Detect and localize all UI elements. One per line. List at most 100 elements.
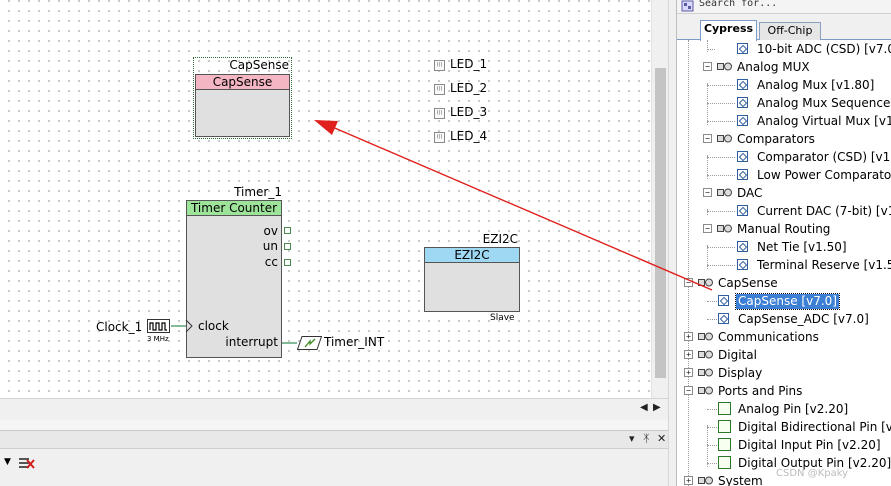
- tree-connector: [707, 121, 735, 122]
- folder-icon: [717, 188, 732, 197]
- canvas-vertical-scrollbar[interactable]: [651, 0, 668, 398]
- tree-item[interactable]: Current DAC (7-bit) [v1: [677, 202, 891, 220]
- tree-connector: [707, 157, 735, 158]
- tree-item-label: Digital Bidirectional Pin [v2: [738, 420, 891, 434]
- tree-connector: [707, 445, 717, 446]
- folder-icon: [717, 134, 732, 143]
- tree-item[interactable]: Net Tie [v1.50]: [677, 238, 891, 256]
- output-panel-header: ▾ ᛡ ✕: [0, 431, 668, 449]
- tree-item-label: DAC: [737, 186, 763, 200]
- expand-icon[interactable]: +: [684, 476, 693, 485]
- scrollbar-thumb[interactable]: [655, 68, 666, 378]
- folder-icon: [698, 368, 713, 377]
- folder-icon: [717, 62, 732, 71]
- collapse-icon[interactable]: −: [703, 188, 712, 197]
- pin-icon: [718, 402, 731, 415]
- psoc-creator-window: CapSense CapSense ((( LED_1 ((( LED_2 ((…: [0, 0, 891, 486]
- expand-icon[interactable]: +: [684, 332, 693, 341]
- tree-item[interactable]: − Comparators: [677, 130, 891, 148]
- tree-item[interactable]: Analog Virtual Mux [v1: [677, 112, 891, 130]
- tree-item-label: Ports and Pins: [718, 384, 803, 398]
- tree-item[interactable]: + Digital: [677, 346, 891, 364]
- tree-item-label: CapSense [v7.0]: [735, 293, 840, 310]
- tree-item-label: Communications: [718, 330, 819, 344]
- collapse-icon[interactable]: −: [684, 278, 693, 287]
- catalog-search-bar[interactable]: Search for...: [677, 0, 891, 14]
- expand-icon[interactable]: +: [684, 368, 693, 377]
- folder-icon: [698, 386, 713, 395]
- tree-connector: [707, 103, 735, 104]
- tree-item-label: Net Tie [v1.50]: [757, 240, 847, 254]
- output-panel: ▾ ᛡ ✕ ▼: [0, 430, 668, 486]
- catalog-tree[interactable]: 10-bit ADC (CSD) [v7.0] − Analog MUX Ana…: [677, 40, 891, 486]
- scroll-right-icon[interactable]: ▶: [653, 402, 661, 413]
- canvas-horizontal-scrollbar[interactable]: ◀ ▶: [0, 398, 668, 420]
- tree-item-label: Current DAC (7-bit) [v1: [757, 204, 891, 218]
- tree-item-label: Manual Routing: [737, 222, 831, 236]
- component-icon: [737, 115, 748, 126]
- component-icon: [737, 205, 748, 216]
- tree-item[interactable]: Terminal Reserve [v1.50: [677, 256, 891, 274]
- tree-connector: [707, 85, 735, 86]
- tab-cypress[interactable]: Cypress: [700, 20, 757, 41]
- folder-icon: [698, 476, 713, 485]
- expand-icon[interactable]: +: [684, 350, 693, 359]
- folder-icon: [698, 350, 713, 359]
- tree-item[interactable]: − CapSense: [677, 274, 891, 292]
- tree-item-capsense-selected[interactable]: CapSense [v7.0]: [677, 292, 891, 310]
- tree-connector: [707, 247, 735, 248]
- clear-errors-icon[interactable]: [18, 455, 36, 471]
- collapse-icon[interactable]: −: [684, 386, 693, 395]
- tree-item[interactable]: − Manual Routing: [677, 220, 891, 238]
- pin-icon: [718, 456, 731, 469]
- folder-icon: [717, 224, 732, 233]
- schematic-canvas[interactable]: CapSense CapSense ((( LED_1 ((( LED_2 ((…: [0, 0, 651, 398]
- tree-item-label: System: [718, 474, 763, 486]
- dropdown-arrow-icon[interactable]: ▼: [4, 457, 11, 467]
- component-icon: [718, 295, 729, 306]
- tree-item-label: Analog Virtual Mux [v1: [757, 114, 891, 128]
- folder-icon: [698, 332, 713, 341]
- panel-pin-icon[interactable]: ᛡ: [643, 432, 650, 445]
- tree-item[interactable]: Analog Mux [v1.80]: [677, 76, 891, 94]
- component-icon: [737, 241, 748, 252]
- component-icon: [737, 169, 748, 180]
- collapse-icon[interactable]: −: [703, 134, 712, 143]
- tree-item-label: Digital Input Pin [v2.20]: [738, 438, 881, 452]
- tab-off-chip[interactable]: Off-Chip: [759, 22, 821, 40]
- tree-item[interactable]: CapSense_ADC [v7.0]: [677, 310, 891, 328]
- tree-item[interactable]: Digital Bidirectional Pin [v2: [677, 418, 891, 436]
- tree-connector: [707, 319, 717, 320]
- tree-item[interactable]: Analog Pin [v2.20]: [677, 400, 891, 418]
- scroll-left-icon[interactable]: ◀: [640, 402, 648, 413]
- pin-icon: [718, 420, 731, 433]
- panel-close-icon[interactable]: ✕: [657, 432, 666, 445]
- catalog-search-input[interactable]: Search for...: [699, 0, 777, 9]
- tree-item-label: Low Power Comparator: [757, 168, 891, 182]
- splitter[interactable]: [0, 420, 668, 430]
- tree-item[interactable]: − Ports and Pins: [677, 382, 891, 400]
- tree-item[interactable]: Comparator (CSD) [v1.0: [677, 148, 891, 166]
- tree-item-label: Analog Pin [v2.20]: [738, 402, 849, 416]
- tree-item[interactable]: Analog Mux Sequencer: [677, 94, 891, 112]
- collapse-icon[interactable]: −: [703, 62, 712, 71]
- collapse-icon[interactable]: −: [703, 224, 712, 233]
- tree-item-label: Comparator (CSD) [v1.0: [757, 150, 891, 164]
- component-icon: [737, 79, 748, 90]
- wires: [171, 319, 297, 344]
- tree-item-label: Display: [718, 366, 763, 380]
- tree-item[interactable]: − Analog MUX: [677, 58, 891, 76]
- panel-divider[interactable]: [668, 0, 677, 486]
- tree-item[interactable]: + Communications: [677, 328, 891, 346]
- panel-dropdown-icon[interactable]: ▾: [629, 432, 635, 445]
- catalog-search-icon: [681, 0, 694, 12]
- tree-item-label: Analog Mux Sequencer: [757, 96, 891, 110]
- tree-item[interactable]: Low Power Comparator: [677, 166, 891, 184]
- tree-item-label: Analog Mux [v1.80]: [757, 78, 875, 92]
- tree-connector: [707, 427, 717, 428]
- tree-item[interactable]: + Display: [677, 364, 891, 382]
- tree-item-label: CapSense: [718, 276, 778, 290]
- tree-item[interactable]: − DAC: [677, 184, 891, 202]
- tree-item[interactable]: 10-bit ADC (CSD) [v7.0]: [677, 40, 891, 58]
- tree-item[interactable]: Digital Input Pin [v2.20]: [677, 436, 891, 454]
